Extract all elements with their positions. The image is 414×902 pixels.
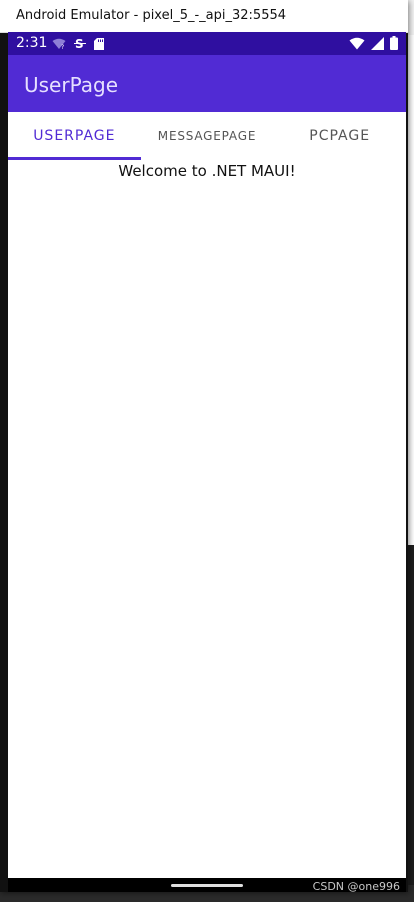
top-tab-bar: USERPAGE MESSAGEPAGE PCPAGE <box>8 112 406 160</box>
home-gesture-handle[interactable] <box>171 884 243 887</box>
wifi-icon <box>349 37 365 55</box>
tab-pcpage[interactable]: PCPAGE <box>273 112 406 160</box>
sim-s-icon: S <box>74 37 86 55</box>
welcome-label: Welcome to .NET MAUI! <box>118 162 296 180</box>
tab-messagepage[interactable]: MESSAGEPAGE <box>141 112 274 160</box>
page-title: UserPage <box>24 73 119 97</box>
status-time: 2:31 <box>16 35 48 51</box>
status-left-icons: ? S <box>52 37 104 55</box>
signal-icon <box>371 36 384 55</box>
tab-userpage[interactable]: USERPAGE <box>8 112 141 160</box>
emulator-titlebar[interactable]: Android Emulator - pixel_5_-_api_32:5554 <box>0 0 408 33</box>
watermark-text: CSDN @one996 <box>312 880 400 893</box>
tab-label: USERPAGE <box>33 128 116 144</box>
svg-text:?: ? <box>61 44 64 50</box>
tab-label: PCPAGE <box>309 128 371 144</box>
status-right-icons <box>349 36 398 55</box>
phone-screen: 2:31 ? S UserPage USERPAGE MESSAGEPAGE P… <box>8 32 406 878</box>
tab-label: MESSAGEPAGE <box>157 129 257 143</box>
emulator-window: Android Emulator - pixel_5_-_api_32:5554… <box>0 0 408 892</box>
status-bar: 2:31 ? S <box>8 32 406 55</box>
sd-card-icon <box>94 37 104 55</box>
window-title: Android Emulator - pixel_5_-_api_32:5554 <box>16 8 287 23</box>
battery-icon <box>390 36 398 55</box>
wifi-question-icon: ? <box>52 37 66 55</box>
page-content: Welcome to .NET MAUI! <box>8 160 406 878</box>
app-bar: UserPage <box>8 55 406 112</box>
